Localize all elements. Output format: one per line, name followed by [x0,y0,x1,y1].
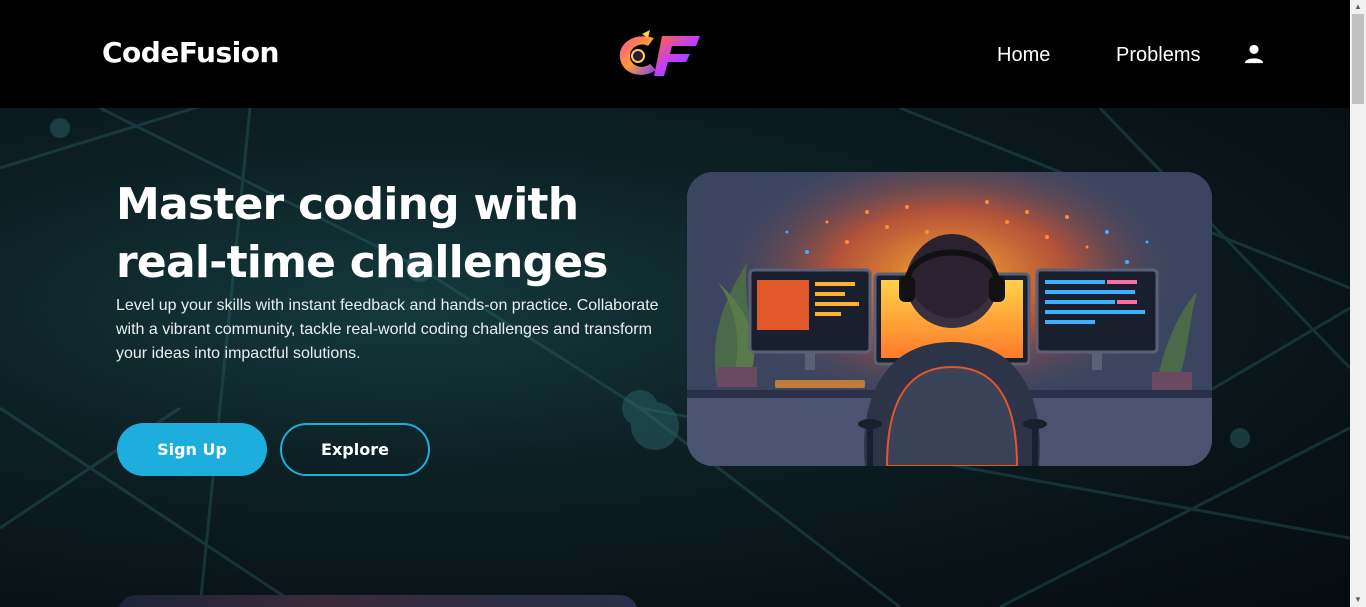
signup-button[interactable]: Sign Up [117,423,267,476]
brand-name[interactable]: CodeFusion [102,36,279,69]
coder-at-desk-illustration [687,172,1212,466]
next-section-card-peek [118,595,638,607]
scroll-down-icon[interactable]: ▼ [1350,593,1366,607]
nav-home-link[interactable]: Home [997,44,1050,67]
nav-problems-link[interactable]: Problems [1116,44,1200,67]
user-icon[interactable] [1243,43,1265,65]
hero-headline: Master coding with real-time challenges [116,176,676,292]
page-scrollbar[interactable]: ▲ ▼ [1350,0,1366,607]
headline-line-1: Master coding with [116,179,579,230]
headline-line-2: real-time challenges [116,237,608,288]
cf-logo-icon[interactable] [614,28,706,84]
top-navbar: CodeFusion Home Problems [0,0,1350,108]
scroll-up-icon[interactable]: ▲ [1350,0,1366,14]
scroll-thumb[interactable] [1352,14,1364,104]
explore-button[interactable]: Explore [280,423,430,476]
hero-subtext: Level up your skills with instant feedba… [116,297,659,362]
hero-section: Master coding with real-time challenges … [0,108,1350,607]
